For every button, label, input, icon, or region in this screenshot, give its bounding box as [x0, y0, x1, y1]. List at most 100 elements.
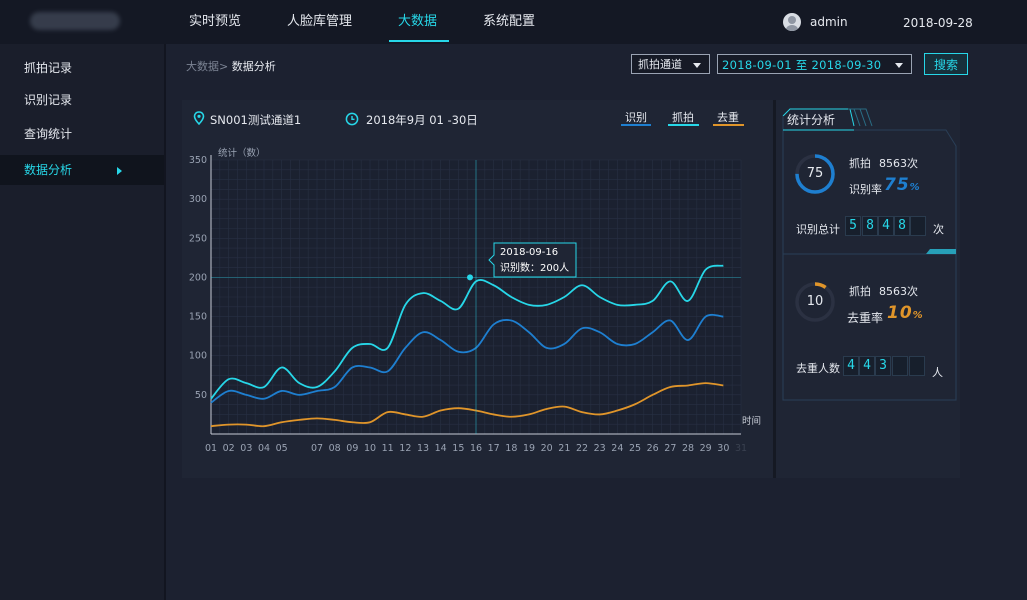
breadcrumb: 大数据> 数据分析	[186, 58, 276, 74]
legend-recognition-line	[621, 124, 651, 126]
dedup-total-digit	[892, 356, 908, 376]
x-tick-label: 19	[523, 443, 535, 454]
sidebar-item-recognition-records[interactable]: 识别记录	[0, 84, 164, 116]
y-tick-label: 200	[189, 272, 207, 283]
nav-big-data[interactable]: 大数据	[398, 0, 437, 44]
clock-icon	[345, 112, 359, 126]
chart-period: 2018年9月 01 -30日	[366, 113, 478, 127]
recognition-rate-value: 75	[884, 175, 910, 195]
x-tick-label: 31	[735, 443, 747, 454]
caret-down-icon	[895, 63, 903, 68]
user-name[interactable]: admin	[810, 15, 848, 29]
header-date: 2018-09-28	[903, 16, 973, 30]
caret-down-icon	[693, 63, 701, 68]
x-tick-label: 18	[505, 443, 517, 454]
x-tick-label: 23	[594, 443, 606, 454]
line-chart: 统计（数） 时间 50 100 150 200 250 300 350 01 02 03 04 05…	[189, 147, 761, 454]
dedup-ring-value: 10	[806, 294, 824, 309]
y-tick-label: 350	[189, 155, 207, 166]
channel-select[interactable]: 抓拍通道	[631, 54, 710, 74]
x-tick-label: 29	[700, 443, 712, 454]
recognition-total-digit	[910, 216, 926, 236]
dedup-total-digit: 4	[843, 356, 859, 376]
y-tick-label: 300	[189, 194, 207, 205]
y-tick-label: 100	[189, 351, 207, 362]
x-tick-label: 08	[329, 443, 341, 454]
dedup-total-label: 去重人数	[796, 362, 840, 375]
active-nav-underline	[389, 40, 449, 42]
dedup-capture-label: 抓拍	[849, 285, 871, 298]
sidebar-item-query-statistics[interactable]: 查询统计	[0, 118, 164, 150]
x-tick-label: 17	[488, 443, 500, 454]
top-bar: 实时预览 人脸库管理 大数据 系统配置 admin 2018-09-28	[0, 0, 1027, 44]
legend-dedup-line	[713, 124, 744, 126]
chart-tooltip: 2018-09-16 识别数：200人	[488, 242, 577, 278]
dedup-total-unit: 人	[932, 366, 943, 379]
x-tick-label: 05	[276, 443, 288, 454]
tooltip-value: 识别数：200人	[500, 261, 569, 274]
x-tick-label: 01	[205, 443, 217, 454]
nav-face-library[interactable]: 人脸库管理	[287, 0, 352, 44]
y-tick-label: 150	[189, 312, 207, 323]
breadcrumb-parent[interactable]: 大数据>	[186, 60, 228, 73]
y-tick-label: 50	[195, 390, 207, 401]
nav-system-config[interactable]: 系统配置	[483, 0, 535, 44]
recognition-ring-value: 75	[806, 166, 824, 181]
x-tick-label: 22	[576, 443, 588, 454]
y-tick-label: 250	[189, 233, 207, 244]
x-tick-label: 27	[664, 443, 676, 454]
dedup-total-digit	[909, 356, 925, 376]
x-tick-label: 25	[629, 443, 641, 454]
legend-capture-line	[668, 124, 699, 126]
x-tick-label: 13	[417, 443, 429, 454]
x-tick-label: 16	[470, 443, 482, 454]
recognition-capture-count: 8563次	[879, 157, 918, 170]
channel-select-value: 抓拍通道	[638, 58, 682, 71]
recognition-capture-label: 抓拍	[849, 157, 871, 170]
sidebar: 抓拍记录 识别记录 查询统计 数据分析	[0, 44, 166, 600]
recognition-total-digit: 8	[862, 216, 878, 236]
recognition-rate-unit: %	[909, 182, 921, 193]
sidebar-item-label: 数据分析	[24, 163, 73, 177]
x-tick-label: 11	[382, 443, 394, 454]
search-button[interactable]: 搜索	[924, 53, 968, 75]
dedup-rate-value: 10	[887, 303, 913, 323]
recognition-total-digit: 8	[894, 216, 910, 236]
recognition-total-label: 识别总计	[796, 223, 840, 236]
recognition-rate: 75%	[884, 175, 921, 195]
legend-dedup[interactable]: 去重	[717, 109, 739, 125]
x-tick-label: 24	[611, 443, 623, 454]
chevron-right-icon	[117, 167, 122, 175]
dedup-rate-label: 去重率	[847, 311, 884, 325]
sidebar-item-capture-records[interactable]: 抓拍记录	[0, 52, 164, 84]
x-tick-label: 02	[223, 443, 235, 454]
x-tick-label: 28	[682, 443, 694, 454]
breadcrumb-current: 数据分析	[231, 60, 276, 73]
x-tick-label: 03	[240, 443, 252, 454]
y-axis-ticks: 50 100 150 200 250 300 350	[189, 155, 207, 401]
dedup-total-digit: 4	[859, 356, 875, 376]
date-range-value: 2018-09-01 至 2018-09-30	[722, 58, 882, 72]
x-tick-label: 09	[346, 443, 358, 454]
x-tick-label: 20	[541, 443, 553, 454]
recognition-total-digit: 4	[878, 216, 894, 236]
date-range-select[interactable]: 2018-09-01 至 2018-09-30	[717, 54, 912, 74]
recognition-total-digit: 5	[845, 216, 861, 236]
x-axis-label: 时间	[742, 415, 761, 427]
logo	[30, 12, 120, 30]
x-tick-label: 15	[452, 443, 464, 454]
y-axis-label: 统计（数）	[218, 147, 266, 159]
nav-realtime-preview[interactable]: 实时预览	[189, 0, 241, 44]
x-tick-label: 10	[364, 443, 376, 454]
x-tick-label: 30	[717, 443, 729, 454]
legend-capture[interactable]: 抓拍	[672, 109, 694, 125]
avatar-icon[interactable]	[783, 13, 801, 31]
x-tick-label: 04	[258, 443, 270, 454]
x-tick-label: 07	[311, 443, 323, 454]
highlight-point	[467, 274, 473, 281]
sidebar-item-data-analysis[interactable]: 数据分析	[0, 155, 164, 185]
recognition-total-unit: 次	[933, 223, 944, 236]
legend-recognition[interactable]: 识别	[625, 109, 647, 125]
x-axis-ticks: 01 02 03 04 05 07 08 09 10 11 12 13 14 15 16 17 18 19 20 21…	[205, 443, 747, 454]
stats-title: 统计分析	[787, 113, 836, 127]
